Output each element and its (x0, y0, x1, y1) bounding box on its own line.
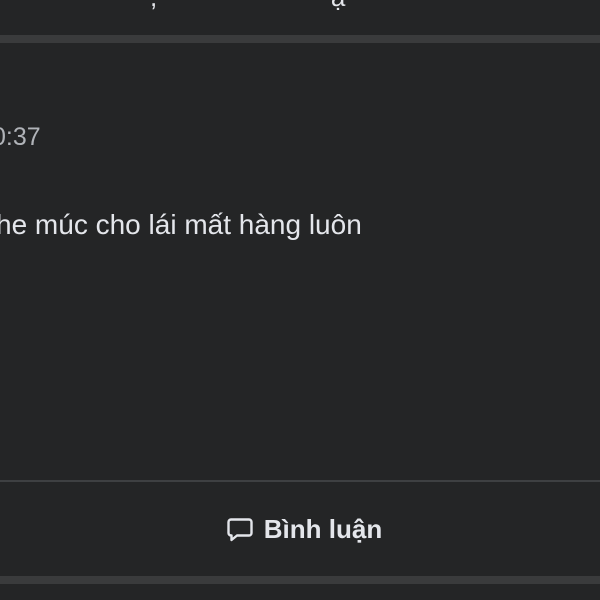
comment-button-content[interactable]: Bình luận (226, 514, 382, 545)
post-timestamp[interactable]: 0:37 (0, 123, 41, 152)
feed-separator-bottom (0, 576, 600, 584)
previous-post-text-fragment: , ạ (150, 0, 346, 13)
comment-icon (226, 515, 254, 543)
post-card: 0:37 he múc cho lái mất hàng luôn Bình l… (0, 43, 600, 576)
comment-button[interactable]: Bình luận (0, 482, 600, 576)
comment-button-label: Bình luận (263, 513, 383, 544)
next-post-cutoff (0, 584, 600, 600)
post-body-text: he múc cho lái mất hàng luôn (0, 209, 362, 240)
previous-post-cutoff: , ạ (0, 0, 600, 35)
feed-viewport: , ạ 0:37 he múc cho lái mất hàng luôn Bì… (0, 0, 600, 600)
feed-separator (0, 35, 600, 43)
